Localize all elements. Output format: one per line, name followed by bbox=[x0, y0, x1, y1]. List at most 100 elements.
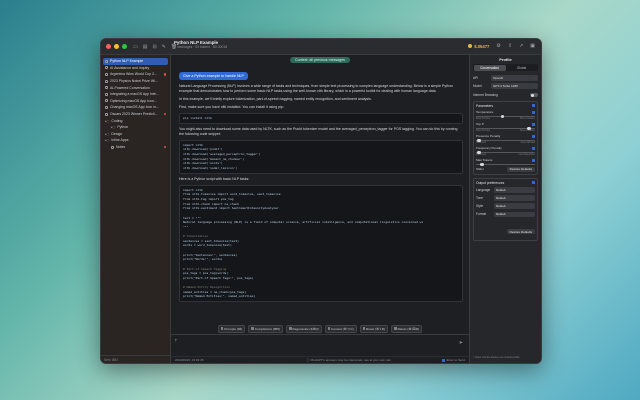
archive-icon[interactable]: ⊟ bbox=[152, 44, 156, 50]
chevron-down-icon: ⌄ bbox=[533, 75, 536, 80]
slider-knob[interactable] bbox=[527, 126, 531, 130]
enter-to-send-checkbox[interactable] bbox=[442, 358, 446, 362]
close-window-button[interactable] bbox=[106, 44, 111, 49]
parameter-slider[interactable] bbox=[476, 114, 535, 118]
internet-browsing-toggle[interactable] bbox=[530, 93, 538, 98]
new-chat-hint[interactable]: New ⌘N bbox=[104, 358, 118, 362]
share-icon[interactable]: ↗ bbox=[519, 43, 523, 49]
chevron-down-icon: ⌄ bbox=[530, 196, 533, 201]
cost-value: $.05477 bbox=[474, 43, 490, 49]
sidebar-chat-item[interactable]: Oscars 2023 Winner Predicti... bbox=[103, 111, 168, 118]
code-block-install[interactable]: pip install nltk bbox=[179, 113, 463, 124]
slider-knob[interactable] bbox=[477, 150, 481, 154]
model-label: Model bbox=[473, 83, 482, 88]
sidebar-chat-item[interactable]: Argentina Wins World Cup 2... bbox=[103, 71, 168, 78]
sidebar-chat-item[interactable]: AI-Powered Conversation bbox=[103, 84, 168, 91]
stat-icon bbox=[289, 327, 292, 330]
slider-ends: More Precise More Creative bbox=[476, 117, 535, 120]
output-pref-select[interactable]: Default ⌄ bbox=[494, 211, 535, 218]
window-title-block: Python NLP Example 2 messages · 53 token… bbox=[174, 40, 227, 49]
stat-chip[interactable]: Reset (⌘⇧R) bbox=[359, 324, 389, 333]
internet-browsing-label: Internet Browsing bbox=[473, 93, 498, 98]
sidebar-folder[interactable]: ▸▢ Design bbox=[103, 131, 168, 138]
parameter-item: Temperature More Precise More Creative bbox=[476, 110, 535, 120]
sidebar-item-label: Design bbox=[111, 131, 123, 136]
parameter-slider[interactable] bbox=[476, 162, 535, 166]
parameter-item: Top P More Precise More Creative bbox=[476, 122, 535, 132]
sidebar-toggle-icon[interactable]: ▭ bbox=[133, 44, 138, 50]
code-block-download[interactable]: import nltk nltk.download('punkt') nltk.do… bbox=[179, 139, 463, 174]
restore-defaults-button[interactable]: Restore Defaults bbox=[506, 166, 535, 173]
unread-badge bbox=[163, 112, 166, 116]
output-pref-select[interactable]: Default ⌄ bbox=[494, 203, 535, 210]
composer[interactable]: ⤒ ➤ bbox=[171, 334, 469, 356]
stat-label: Reset (⌘⇧R) bbox=[366, 326, 386, 331]
slider-min-label: More Precise bbox=[476, 129, 491, 133]
code-block-script[interactable]: import nltk from nltk.tokenize import wor… bbox=[179, 184, 463, 303]
profile-panel-icon[interactable]: ▣ bbox=[530, 43, 535, 49]
output-pref-row: Language Default ⌄ bbox=[476, 187, 535, 193]
output-pref-select[interactable]: Default ⌄ bbox=[494, 195, 535, 201]
parameter-slider[interactable] bbox=[476, 138, 535, 142]
stat-chip[interactable]: Regenerate (4⌘R) bbox=[286, 324, 322, 333]
minimize-window-button[interactable] bbox=[114, 44, 119, 49]
chat-icon bbox=[105, 99, 108, 103]
model-select[interactable]: GPT-4 Turbo 128K ⌄ bbox=[491, 83, 538, 89]
sidebar-chat-item[interactable]: AI Assistance and Inquiry bbox=[103, 65, 168, 72]
export-icon[interactable]: ⇪ bbox=[508, 43, 512, 49]
context-pill[interactable]: Context: all previous messages bbox=[290, 57, 350, 63]
unread-badge bbox=[163, 73, 166, 76]
parameter-checkbox[interactable] bbox=[531, 122, 535, 126]
parameter-checkbox[interactable] bbox=[531, 134, 535, 138]
output-pref-select[interactable]: Default ⌄ bbox=[494, 187, 535, 193]
parameter-item: Max Tokens bbox=[476, 158, 535, 166]
enter-to-send-toggle[interactable]: Enter to Send bbox=[442, 358, 465, 362]
sidebar-chat-item[interactable]: Changing macOS App Icon in... bbox=[103, 104, 168, 111]
api-label: API bbox=[473, 75, 479, 80]
parameters-checkbox[interactable] bbox=[531, 104, 535, 108]
sidebar-chat-item[interactable]: Python NLP Example bbox=[103, 58, 168, 65]
sidebar-chat-item[interactable]: 2023 Physics Nobel Prize Wi... bbox=[103, 78, 168, 85]
sidebar-chat-item[interactable]: Optimizing macOS App Icon... bbox=[103, 98, 168, 105]
send-icon[interactable]: ➤ bbox=[459, 340, 463, 346]
parameter-slider[interactable] bbox=[476, 150, 535, 154]
stat-chip[interactable]: Prompts (36) bbox=[217, 324, 246, 333]
new-chat-icon[interactable]: ✎ bbox=[162, 44, 166, 50]
sidebar-folder[interactable]: ▸▢ Coding bbox=[103, 117, 168, 124]
parameter-checkbox[interactable] bbox=[531, 110, 535, 114]
output-preferences-checkbox[interactable] bbox=[531, 181, 535, 185]
tab-conversation[interactable]: Conversation bbox=[473, 64, 506, 71]
stat-chip[interactable]: Delete (⌘⌫R) bbox=[391, 324, 423, 333]
sidebar-folder[interactable]: ▸▢ Python bbox=[103, 124, 168, 131]
paragraph: First, make sure you have nltk installed… bbox=[179, 105, 284, 110]
chat-icon bbox=[105, 92, 108, 96]
slider-ends: Balanced Less Repetitive bbox=[476, 153, 535, 156]
paragraph: In this example, we'll briefly explore t… bbox=[179, 97, 372, 102]
settings-icon[interactable]: ⚙ bbox=[496, 43, 500, 49]
output-pref-label: Style bbox=[476, 204, 484, 209]
attachment-icon[interactable]: ⤒ bbox=[175, 338, 177, 343]
chat-list: Python NLP Example AI Assistance and Inqu… bbox=[101, 55, 170, 355]
restore-defaults-button-2[interactable]: Restore Defaults bbox=[506, 228, 535, 235]
slider-knob[interactable] bbox=[477, 138, 481, 142]
parameters-actions: Slider Restore Defaults bbox=[476, 166, 535, 173]
parameter-checkbox[interactable] bbox=[531, 158, 535, 162]
tab-global[interactable]: Global bbox=[506, 65, 538, 71]
stat-chip[interactable]: Context (⌘⌥C) bbox=[324, 324, 357, 333]
zoom-window-button[interactable] bbox=[122, 44, 127, 49]
chat-icon bbox=[105, 66, 108, 70]
stat-chip[interactable]: Completions (865) bbox=[248, 324, 284, 333]
sidebar-chat-item[interactable]: Integrating a macOS App Inte... bbox=[103, 91, 168, 98]
parameter-checkbox[interactable] bbox=[531, 146, 535, 150]
slider-knob[interactable] bbox=[480, 162, 484, 166]
api-select[interactable]: OpenAI ⌄ bbox=[491, 75, 538, 81]
assistant-message: Natural Language Processing (NLP) involv… bbox=[179, 84, 463, 303]
new-folder-icon[interactable]: ▤ bbox=[143, 44, 148, 50]
code-line: print("Named Entities:", named_entities) bbox=[183, 294, 256, 299]
sidebar-folder[interactable]: ▸▢ Inline Apps bbox=[103, 137, 168, 144]
traffic-lights bbox=[106, 44, 127, 49]
parameter-slider[interactable] bbox=[476, 126, 535, 130]
sidebar-chat-item[interactable]: Notes bbox=[103, 144, 168, 151]
sidebar-item-label: AI-Powered Conversation bbox=[110, 85, 150, 90]
cost-indicator[interactable]: $.05477 bbox=[468, 44, 489, 49]
